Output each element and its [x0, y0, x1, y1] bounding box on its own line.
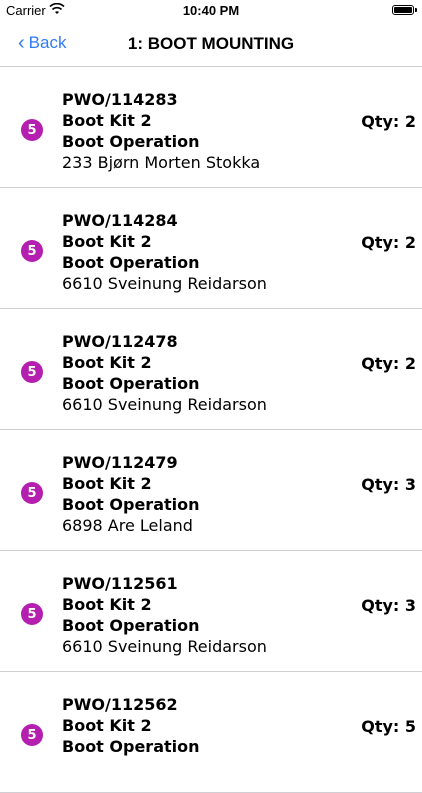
list-item[interactable]: 5 PWO/112478 Boot Kit 2 Boot Operation 6… — [0, 309, 422, 430]
kit-name: Boot Kit 2 — [62, 232, 152, 251]
operation-name: Boot Operation — [62, 374, 200, 393]
status-time: 10:40 PM — [182, 3, 240, 18]
page-title: 1: BOOT MOUNTING — [127, 34, 295, 53]
status-badge: 5 — [21, 724, 43, 746]
status-badge: 5 — [21, 603, 43, 625]
list-item[interactable]: 5 PWO/112561 Boot Kit 2 Boot Operation 6… — [0, 551, 422, 672]
order-number: PWO/112479 — [62, 453, 178, 472]
quantity: Qty: 2 — [361, 112, 416, 131]
operation-name: Boot Operation — [62, 253, 200, 272]
quantity: Qty: 5 — [361, 717, 416, 736]
operation-name: Boot Operation — [62, 737, 200, 756]
status-bar: Carrier 10:40 PM — [0, 0, 422, 22]
order-list: 5 PWO/114283 Boot Kit 2 Boot Operation 2… — [0, 67, 422, 793]
worker-name: 233 Bjørn Morten Stokka — [62, 153, 261, 172]
kit-name: Boot Kit 2 — [62, 716, 152, 735]
order-number: PWO/114284 — [62, 211, 178, 230]
battery-icon — [392, 5, 414, 15]
quantity: Qty: 3 — [361, 475, 416, 494]
list-item-text: PWO/114283 Boot Kit 2 Boot Operation 233… — [62, 89, 260, 173]
worker-name: 6610 Sveinung Reidarson — [62, 274, 267, 293]
worker-name: 6610 Sveinung Reidarson — [62, 395, 267, 414]
order-number: PWO/114283 — [62, 90, 178, 109]
worker-name: 6898 Are Leland — [62, 516, 193, 535]
nav-bar: ‹ Back 1: BOOT MOUNTING — [0, 22, 422, 67]
order-number: PWO/112562 — [62, 695, 178, 714]
operation-name: Boot Operation — [62, 495, 200, 514]
list-item-text: PWO/112478 Boot Kit 2 Boot Operation 661… — [62, 331, 267, 415]
quantity: Qty: 2 — [361, 354, 416, 373]
list-item[interactable]: 5 PWO/112479 Boot Kit 2 Boot Operation 6… — [0, 430, 422, 551]
list-item-text: PWO/112479 Boot Kit 2 Boot Operation 689… — [62, 452, 200, 536]
list-item[interactable]: 5 PWO/114283 Boot Kit 2 Boot Operation 2… — [0, 67, 422, 188]
list-item[interactable]: 5 PWO/112562 Boot Kit 2 Boot Operation Q… — [0, 672, 422, 793]
kit-name: Boot Kit 2 — [62, 595, 152, 614]
order-number: PWO/112561 — [62, 574, 178, 593]
operation-name: Boot Operation — [62, 132, 200, 151]
battery-cap — [415, 8, 417, 12]
list-item-text: PWO/112561 Boot Kit 2 Boot Operation 661… — [62, 573, 267, 657]
status-badge: 5 — [21, 361, 43, 383]
status-badge: 5 — [21, 119, 43, 141]
list-item-text: PWO/112562 Boot Kit 2 Boot Operation — [62, 694, 200, 757]
status-badge: 5 — [21, 240, 43, 262]
kit-name: Boot Kit 2 — [62, 111, 152, 130]
quantity: Qty: 3 — [361, 596, 416, 615]
list-item[interactable]: 5 PWO/114284 Boot Kit 2 Boot Operation 6… — [0, 188, 422, 309]
kit-name: Boot Kit 2 — [62, 474, 152, 493]
status-badge: 5 — [21, 482, 43, 504]
kit-name: Boot Kit 2 — [62, 353, 152, 372]
worker-name: 6610 Sveinung Reidarson — [62, 637, 267, 656]
operation-name: Boot Operation — [62, 616, 200, 635]
quantity: Qty: 2 — [361, 233, 416, 252]
list-item-text: PWO/114284 Boot Kit 2 Boot Operation 661… — [62, 210, 267, 294]
order-number: PWO/112478 — [62, 332, 178, 351]
